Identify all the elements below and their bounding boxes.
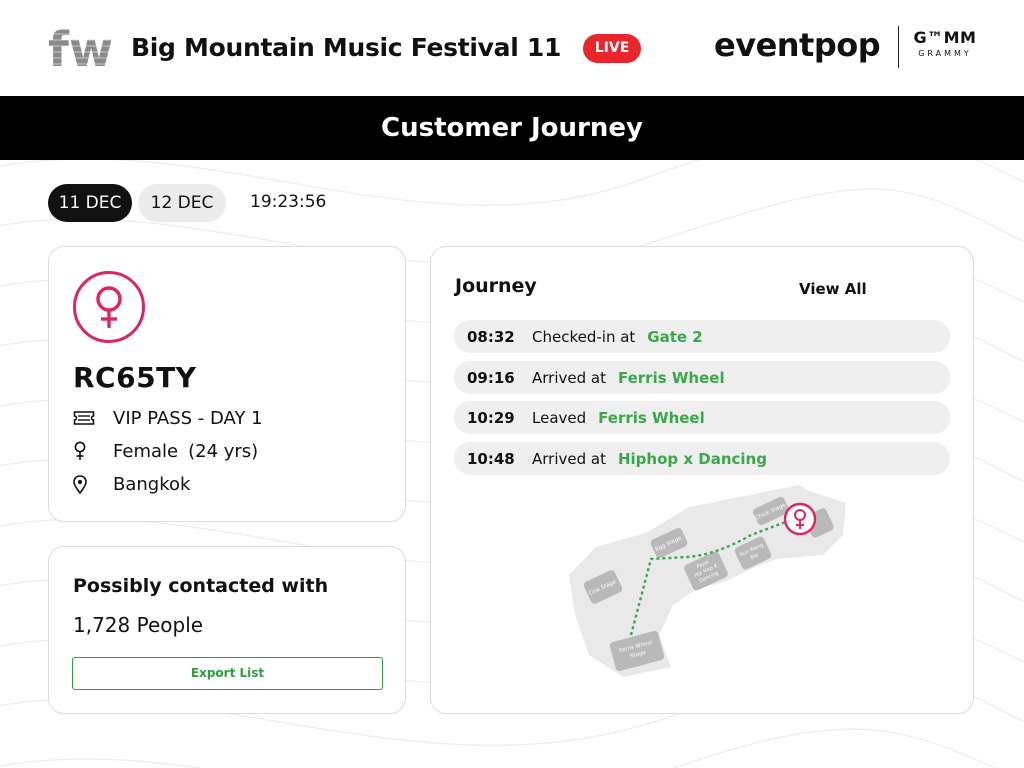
current-time: 19:23:56 xyxy=(250,192,327,212)
gender-value: Female xyxy=(113,440,179,462)
journey-action: Arrived at xyxy=(532,368,606,387)
journey-entry[interactable]: 08:32 Checked-in at Gate 2 xyxy=(454,320,950,353)
location-value: Bangkok xyxy=(113,473,191,495)
contact-count: 1,728 People xyxy=(73,613,204,637)
live-badge: LIVE xyxy=(583,34,641,63)
grammy-logo-text: GRAMMY xyxy=(918,49,972,58)
gender-info: Female (24 yrs) xyxy=(73,440,258,462)
location-info: Bangkok xyxy=(73,473,190,495)
app-header: fw Big Mountain Music Festival 11 LIVE e… xyxy=(0,0,1024,96)
journey-title: Journey xyxy=(455,275,537,297)
current-location-marker xyxy=(783,502,817,536)
venue-map[interactable]: Cow Stage Egg Stage Pepsi Hip Hop X Danc… xyxy=(561,485,861,685)
journey-card: Journey View All 08:32 Checked-in at Gat… xyxy=(430,246,974,714)
customer-profile-card: RC65TY VIP PASS - DAY 1 Female (24 yrs) xyxy=(48,246,406,522)
age-value: (24 yrs) xyxy=(188,440,259,462)
date-tab-12-dec[interactable]: 12 DEC xyxy=(138,184,226,222)
journey-entry[interactable]: 10:29 Leaved Ferris Wheel xyxy=(454,401,950,434)
journey-action: Leaved xyxy=(532,408,587,427)
svg-text:fw: fw xyxy=(48,22,113,74)
page-title: Customer Journey xyxy=(0,96,1024,160)
brand-divider xyxy=(898,26,899,68)
journey-place: Hiphop x Dancing xyxy=(617,449,767,468)
date-tab-11-dec[interactable]: 11 DEC xyxy=(48,184,132,222)
journey-time: 10:48 xyxy=(467,449,515,468)
female-icon xyxy=(73,440,99,462)
journey-time: 10:29 xyxy=(467,408,515,427)
journey-place: Ferris Wheel xyxy=(598,408,705,427)
journey-place: Gate 2 xyxy=(647,327,703,346)
location-pin-icon xyxy=(73,473,99,495)
fw-logo: fw xyxy=(48,22,114,74)
export-list-button[interactable]: Export List xyxy=(72,657,383,690)
journey-time: 09:16 xyxy=(467,368,515,387)
ticket-type: VIP PASS - DAY 1 xyxy=(113,407,263,429)
gmm-logo-text: G™MM xyxy=(913,28,977,47)
journey-action: Checked-in at xyxy=(532,327,636,346)
journey-entry[interactable]: 10:48 Arrived at Hiphop x Dancing xyxy=(454,442,950,475)
journey-time: 08:32 xyxy=(467,327,515,346)
journey-action: Arrived at xyxy=(532,449,606,468)
gmm-grammy-logo: G™MM GRAMMY xyxy=(912,28,978,58)
journey-entry[interactable]: 09:16 Arrived at Ferris Wheel xyxy=(454,361,950,394)
female-avatar xyxy=(73,271,145,343)
view-all-link[interactable]: View All xyxy=(799,280,867,298)
customer-id: RC65TY xyxy=(73,361,197,394)
ticket-icon xyxy=(73,407,99,429)
journey-place: Ferris Wheel xyxy=(617,368,725,387)
event-title: Big Mountain Music Festival 11 xyxy=(131,33,562,62)
contact-title: Possibly contacted with xyxy=(73,575,329,597)
contact-tracing-card: Possibly contacted with 1,728 People Exp… xyxy=(48,546,406,714)
ticket-info: VIP PASS - DAY 1 xyxy=(73,407,263,429)
eventpop-logo: eventpop xyxy=(714,26,881,64)
female-symbol-icon xyxy=(96,286,122,328)
